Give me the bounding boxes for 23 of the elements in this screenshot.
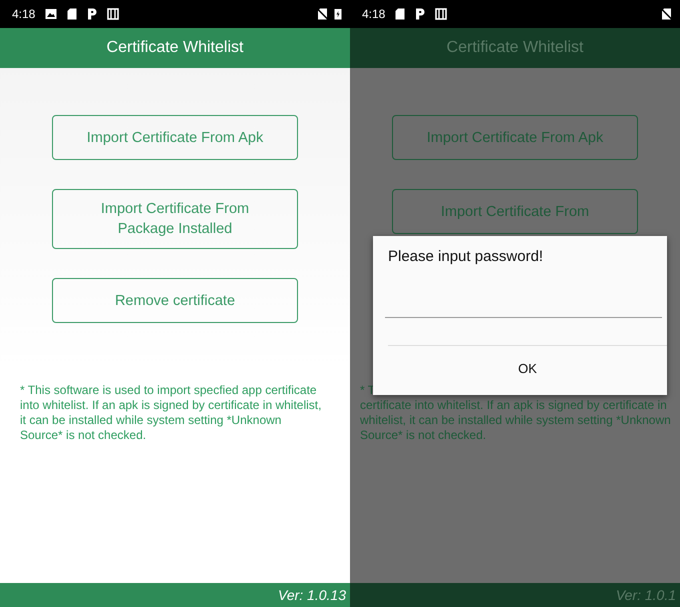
clock-time: 4:18	[12, 7, 36, 21]
panel-icon	[435, 8, 448, 20]
description-text: certificate into whitelist. If an apk is signed by certificate in whitelist, it can be installed while system setting *Unknown Source* is not checked.	[360, 398, 672, 443]
battery-icon	[334, 8, 342, 20]
sd-card-icon	[395, 8, 406, 20]
description-text: * This software is used to import specfied app certificate into whitelist. If an apk is signed by certificate in whitelist, it can be installed while system setting *Unknown Source* is not checked.	[20, 383, 322, 443]
parking-icon	[87, 8, 98, 20]
panel-icon	[107, 8, 120, 20]
version-label: Ver: 1.0.13	[278, 587, 346, 603]
action-button[interactable]: Remove certificate	[52, 278, 298, 323]
app-title: Certificate Whitelist	[106, 39, 244, 57]
version-label: Ver: 1.0.1	[616, 587, 676, 603]
no-sim-icon	[661, 8, 672, 20]
image-icon	[45, 8, 58, 20]
parking-icon	[415, 8, 426, 20]
dialog-title: Please input password!	[387, 247, 544, 265]
ok-button[interactable]: OK	[388, 345, 667, 391]
app-title: Certificate Whitelist	[446, 39, 584, 57]
sd-card-icon	[67, 8, 78, 20]
clock-time: 4:18	[362, 7, 386, 21]
action-button[interactable]: Import Certificate From Apk	[52, 115, 298, 160]
no-sim-icon	[317, 8, 328, 20]
action-button[interactable]: Import Certificate From Package Installed	[52, 189, 298, 249]
